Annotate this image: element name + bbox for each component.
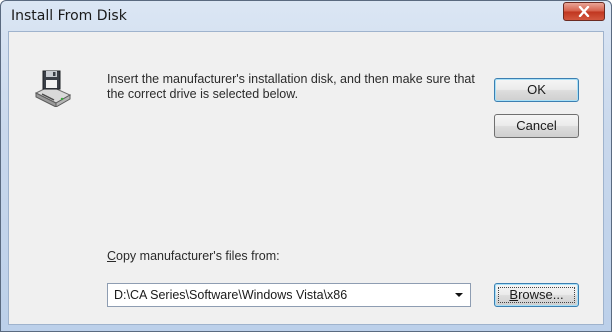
dialog-body: Insert the manufacturer's installation d… (8, 31, 604, 325)
cancel-button[interactable]: Cancel (494, 114, 579, 138)
window-title: Install From Disk (11, 8, 127, 24)
title-bar[interactable]: Install From Disk (1, 1, 611, 31)
focus-rectangle (498, 287, 575, 303)
close-icon (578, 6, 590, 17)
install-from-disk-dialog: Install From Disk Insert the manufacture… (0, 0, 612, 332)
browse-button[interactable]: Browse... (494, 283, 579, 307)
copy-from-label: Copy manufacturer's files from: (107, 249, 280, 263)
chevron-down-icon[interactable] (455, 293, 463, 297)
copy-from-label-rest: opy manufacturer's files from: (116, 249, 280, 263)
close-button[interactable] (563, 2, 605, 21)
copy-from-label-accelerator: C (107, 249, 117, 263)
copy-from-combobox[interactable]: D:\CA Series\Software\Windows Vista\x86 (107, 283, 471, 307)
copy-from-path-value[interactable]: D:\CA Series\Software\Windows Vista\x86 (114, 288, 347, 302)
instruction-text: Insert the manufacturer's installation d… (107, 72, 475, 101)
floppy-disk-icon (34, 69, 72, 108)
ok-button[interactable]: OK (494, 78, 579, 102)
